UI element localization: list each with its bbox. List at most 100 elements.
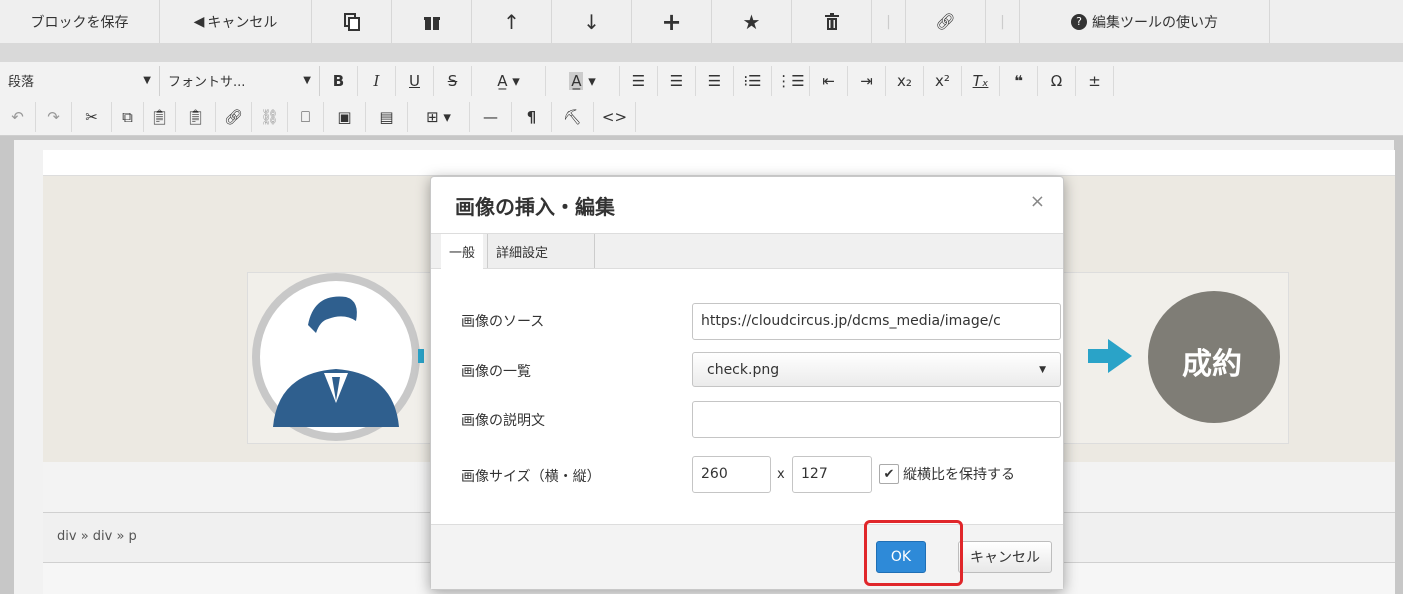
delete-block-button[interactable]: [792, 0, 872, 43]
caret-down-icon: ▼: [303, 75, 311, 86]
blockquote-button[interactable]: ❝: [1000, 65, 1038, 96]
source-input[interactable]: https://cloudcircus.jp/dcms_media/image/…: [692, 303, 1061, 340]
size-label: 画像サイズ（横・縦）: [461, 469, 601, 485]
arrow-up-icon: ↑: [503, 9, 520, 34]
insert-image-button[interactable]: ▣: [324, 102, 366, 132]
anchor-button[interactable]: ⎕: [288, 102, 324, 132]
omega-icon: Ω: [1050, 71, 1063, 90]
contract-label: 成約: [1182, 347, 1242, 382]
indent-button[interactable]: ⇥: [848, 65, 886, 96]
gift-block-button[interactable]: [392, 0, 472, 43]
keep-ratio-checkbox[interactable]: ✔ 縦横比を保持する: [879, 464, 1015, 484]
redo-button[interactable]: ↷: [36, 102, 72, 132]
dialog-tabs: 一般 詳細設定: [431, 233, 1063, 269]
description-input[interactable]: [692, 401, 1061, 438]
code-icon: <>: [601, 108, 628, 126]
insert-link-button[interactable]: 🔗︎: [216, 102, 252, 132]
element-path: div » div » p: [57, 529, 137, 544]
copy-button[interactable]: ⧉: [112, 102, 144, 132]
bold-button[interactable]: B: [320, 65, 358, 96]
caret-down-icon: ▼: [143, 75, 151, 86]
bold-icon: B: [332, 71, 345, 90]
outdent-button[interactable]: ⇤: [810, 65, 848, 96]
horizontal-rule-button[interactable]: —: [470, 102, 512, 132]
caret-down-icon: ▼: [1039, 364, 1046, 375]
background-color-button[interactable]: A̲ ▾: [546, 65, 620, 96]
numbered-list-button[interactable]: ⋮☰: [772, 65, 810, 96]
align-right-icon: ☰: [707, 71, 722, 90]
image-dialog: 画像の挿入・編集 × 一般 詳細設定 画像のソース https://cloudc…: [430, 176, 1064, 590]
tab-advanced[interactable]: 詳細設定: [487, 234, 595, 268]
align-left-icon: ☰: [631, 71, 646, 90]
show-blocks-button[interactable]: ¶: [512, 102, 552, 132]
toolbar-spacer: [0, 43, 1403, 62]
block-toolbar: ブロックを保存 ◀ キャンセル ↑ ↓ + ★ | 🔗︎ | ? 編集ツールの使…: [0, 0, 1403, 44]
paragraph-select[interactable]: 段落 ▼: [0, 65, 160, 96]
paste-text-button[interactable]: 📋︎: [176, 102, 216, 132]
superscript-button[interactable]: x²: [924, 65, 962, 96]
undo-button[interactable]: ↶: [0, 102, 36, 132]
binoculars-icon: ⛏: [562, 108, 583, 126]
horizontal-rule-icon: —: [483, 108, 498, 126]
dialog-footer: OK キャンセル: [431, 524, 1063, 589]
copy-block-button[interactable]: [312, 0, 392, 43]
link-icon: 🔗︎: [935, 12, 956, 31]
height-input[interactable]: 127: [792, 456, 872, 493]
paste-button[interactable]: 📋︎: [144, 102, 176, 132]
find-replace-button[interactable]: ⛏: [552, 102, 594, 132]
edit-toolbar: ↶ ↷ ✂ ⧉ 📋︎ 📋︎ 🔗︎ ⛓︎ ⎕ ▣ ▤ ⊞ ▾ — ¶ ⛏ <>: [0, 99, 1403, 136]
cancel-block-button[interactable]: ◀ キャンセル: [160, 0, 312, 43]
insert-media-button[interactable]: ▤: [366, 102, 408, 132]
image-list-select[interactable]: check.png ▼: [692, 352, 1061, 387]
plus-minus-button[interactable]: ±: [1076, 65, 1114, 96]
background-color-icon: A̲: [569, 71, 584, 90]
paste-text-icon: 📋︎: [185, 108, 206, 126]
save-block-button[interactable]: ブロックを保存: [0, 0, 160, 43]
move-up-button[interactable]: ↑: [472, 0, 552, 43]
reply-icon: ◀: [193, 13, 205, 30]
link-block-button[interactable]: 🔗︎: [906, 0, 986, 43]
italic-icon: I: [373, 71, 380, 90]
size-separator: x: [777, 467, 785, 482]
link-icon: 🔗︎: [223, 108, 244, 126]
cut-button[interactable]: ✂: [72, 102, 112, 132]
source-code-button[interactable]: <>: [594, 102, 636, 132]
bookmark-icon: ⎕: [300, 108, 310, 126]
film-icon: ▤: [379, 108, 394, 126]
toolbar-divider-2: |: [986, 0, 1020, 43]
font-size-select[interactable]: フォントサ... ▼: [160, 65, 320, 96]
add-block-button[interactable]: +: [632, 0, 712, 43]
special-char-button[interactable]: Ω: [1038, 65, 1076, 96]
format-toolbar: 段落 ▼ フォントサ... ▼ B I U S A̲ ▾ A̲ ▾ ☰ ☰ ☰ …: [0, 62, 1403, 100]
bullet-list-button[interactable]: ⁝☰: [734, 65, 772, 96]
description-label: 画像の説明文: [461, 413, 545, 429]
align-center-icon: ☰: [669, 71, 684, 90]
clear-format-button[interactable]: Tₓ: [962, 65, 1000, 96]
help-button[interactable]: ? 編集ツールの使い方: [1020, 0, 1270, 43]
trash-icon: [824, 12, 839, 30]
align-right-button[interactable]: ☰: [696, 65, 734, 96]
align-left-button[interactable]: ☰: [620, 65, 658, 96]
copy-icon: ⧉: [122, 108, 133, 126]
close-icon[interactable]: ×: [1030, 191, 1045, 212]
arrow-down-icon: ↓: [583, 9, 600, 34]
subscript-icon: x₂: [897, 71, 912, 90]
text-color-button[interactable]: A̲ ▾: [472, 65, 546, 96]
subscript-button[interactable]: x₂: [886, 65, 924, 96]
underline-icon: U: [409, 71, 420, 90]
strikethrough-icon: S: [447, 71, 458, 90]
align-center-button[interactable]: ☰: [658, 65, 696, 96]
gift-icon: [423, 16, 440, 30]
undo-icon: ↶: [11, 108, 24, 126]
unlink-button[interactable]: ⛓︎: [252, 102, 288, 132]
strikethrough-button[interactable]: S: [434, 65, 472, 96]
table-button[interactable]: ⊞ ▾: [408, 102, 470, 132]
italic-button[interactable]: I: [358, 65, 396, 96]
tab-general[interactable]: 一般: [441, 234, 484, 269]
move-down-button[interactable]: ↓: [552, 0, 632, 43]
width-input[interactable]: 260: [692, 456, 771, 493]
favorite-button[interactable]: ★: [712, 0, 792, 43]
cancel-button[interactable]: キャンセル: [958, 541, 1052, 573]
table-icon: ⊞ ▾: [426, 108, 451, 126]
underline-button[interactable]: U: [396, 65, 434, 96]
